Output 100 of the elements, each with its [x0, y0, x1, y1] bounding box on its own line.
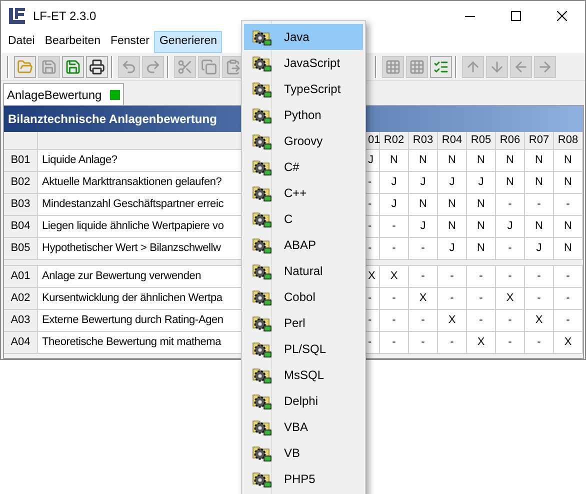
rule-value-cell: - — [409, 310, 438, 332]
rule-value-cell: - — [496, 238, 525, 260]
rule-value-cell: - — [496, 266, 525, 288]
status-indicator-icon — [110, 90, 120, 100]
rule-value-cell: - — [467, 266, 496, 288]
maximize-icon — [511, 11, 521, 21]
rule-value-cell: - — [554, 310, 583, 332]
row-id-cell: B05 — [4, 238, 38, 260]
redo-icon — [145, 58, 161, 74]
toolbar-button[interactable] — [86, 56, 108, 78]
rule-value-cell: N — [554, 172, 583, 194]
rule-value-cell: X — [409, 288, 438, 310]
rule-value-cell: N — [380, 150, 409, 172]
dropdown-menu-item[interactable]: TypeScript — [244, 76, 363, 102]
document-tab[interactable]: AnlageBewertung — [3, 83, 124, 105]
rule-value-cell: X — [438, 310, 467, 332]
dropdown-menu-item[interactable]: Java — [244, 24, 363, 50]
rule-value-cell: J — [467, 172, 496, 194]
rule-value-cell: - — [380, 216, 409, 238]
rule-value-cell: - — [525, 266, 554, 288]
rule-value-cell: X — [496, 288, 525, 310]
rule-value-cell: - — [496, 310, 525, 332]
folder-icon — [17, 58, 33, 74]
rule-value-cell: N — [467, 194, 496, 216]
rule-value-cell: - — [554, 288, 583, 310]
rule-value-cell: - — [380, 288, 409, 310]
rule-value-cell: - — [438, 266, 467, 288]
rule-value-cell: - — [380, 310, 409, 332]
paste-icon — [225, 58, 241, 74]
dropdown-menu-item[interactable]: JavaScript — [244, 50, 363, 76]
grid-icon — [409, 58, 425, 74]
rule-value-cell: - — [380, 332, 409, 354]
rule-value-cell: J — [409, 172, 438, 194]
row-id-cell: A04 — [4, 332, 38, 354]
menu-item[interactable]: Fenster — [105, 31, 154, 53]
rule-value-cell: J — [496, 216, 525, 238]
row-id-cell: B04 — [4, 216, 38, 238]
app-logo-icon — [9, 8, 25, 24]
rule-value-cell: - — [496, 332, 525, 354]
rule-value-cell: N — [467, 150, 496, 172]
rule-value-cell: N — [438, 216, 467, 238]
rule-value-cell: N — [438, 150, 467, 172]
row-id-cell: B02 — [4, 172, 38, 194]
rule-value-cell: N — [554, 150, 583, 172]
dropdown-menu-item[interactable]: Delphi — [244, 388, 363, 414]
rule-value-cell: - — [409, 266, 438, 288]
rule-value-cell: N — [467, 216, 496, 238]
menu-item[interactable]: Bearbeiten — [40, 31, 106, 53]
rule-value-cell: - — [380, 238, 409, 260]
rule-value-cell: - — [409, 332, 438, 354]
dropdown-menu-item[interactable]: VB — [244, 440, 363, 466]
dropdown-menu-item[interactable]: Python — [244, 102, 363, 128]
row-id-cell: B01 — [4, 150, 38, 172]
dropdown-menu-item[interactable]: VBA — [244, 414, 363, 440]
rule-value-cell: - — [554, 266, 583, 288]
rule-value-cell: X — [380, 266, 409, 288]
rule-value-cell: J — [380, 172, 409, 194]
row-id-cell: A02 — [4, 288, 38, 310]
rule-value-cell: - — [438, 332, 467, 354]
menu-item[interactable]: Generieren — [154, 31, 222, 53]
undo-icon — [121, 58, 137, 74]
dropdown-menu-item[interactable]: MsSQL — [244, 362, 363, 388]
gear-folder-icon — [252, 28, 272, 46]
rule-value-cell: - — [467, 310, 496, 332]
rule-value-cell: N — [525, 216, 554, 238]
rule-value-cell: N — [554, 238, 583, 260]
row-id-cell: B03 — [4, 194, 38, 216]
checklist-icon — [433, 58, 449, 74]
window-title: LF-ET 2.3.0 — [33, 8, 96, 25]
rule-value-cell: J — [438, 172, 467, 194]
dropdown-menu-item[interactable]: PHP5 — [244, 466, 363, 492]
rule-value-cell: N — [496, 172, 525, 194]
rule-value-cell: N — [467, 238, 496, 260]
rule-value-cell: N — [554, 216, 583, 238]
rule-value-cell: - — [525, 194, 554, 216]
rule-value-cell: N — [496, 150, 525, 172]
close-icon — [557, 11, 567, 21]
rule-value-cell: J — [380, 194, 409, 216]
rule-value-cell: N — [409, 150, 438, 172]
rule-value-cell: - — [554, 194, 583, 216]
rule-value-cell: N — [525, 172, 554, 194]
rule-value-cell: N — [438, 194, 467, 216]
table-title: Bilanztechnische Anlagenbewertung — [8, 111, 217, 128]
rule-value-cell: X — [554, 332, 583, 354]
menu-item[interactable]: Datei — [3, 31, 40, 53]
rule-value-cell: N — [525, 150, 554, 172]
rule-value-cell: - — [525, 288, 554, 310]
printer-icon — [89, 58, 105, 74]
rule-value-cell: N — [409, 194, 438, 216]
rule-value-cell: - — [525, 332, 554, 354]
rule-value-cell: - — [409, 238, 438, 260]
rule-value-cell: X — [467, 332, 496, 354]
rule-value-cell: - — [496, 194, 525, 216]
grid-icon — [385, 58, 401, 74]
rule-value-cell: J — [409, 216, 438, 238]
rule-value-cell: J — [525, 238, 554, 260]
row-id-cell: A03 — [4, 310, 38, 332]
scissors-icon — [177, 58, 193, 74]
rule-value-cell: J — [438, 238, 467, 260]
copy-icon — [201, 58, 217, 74]
